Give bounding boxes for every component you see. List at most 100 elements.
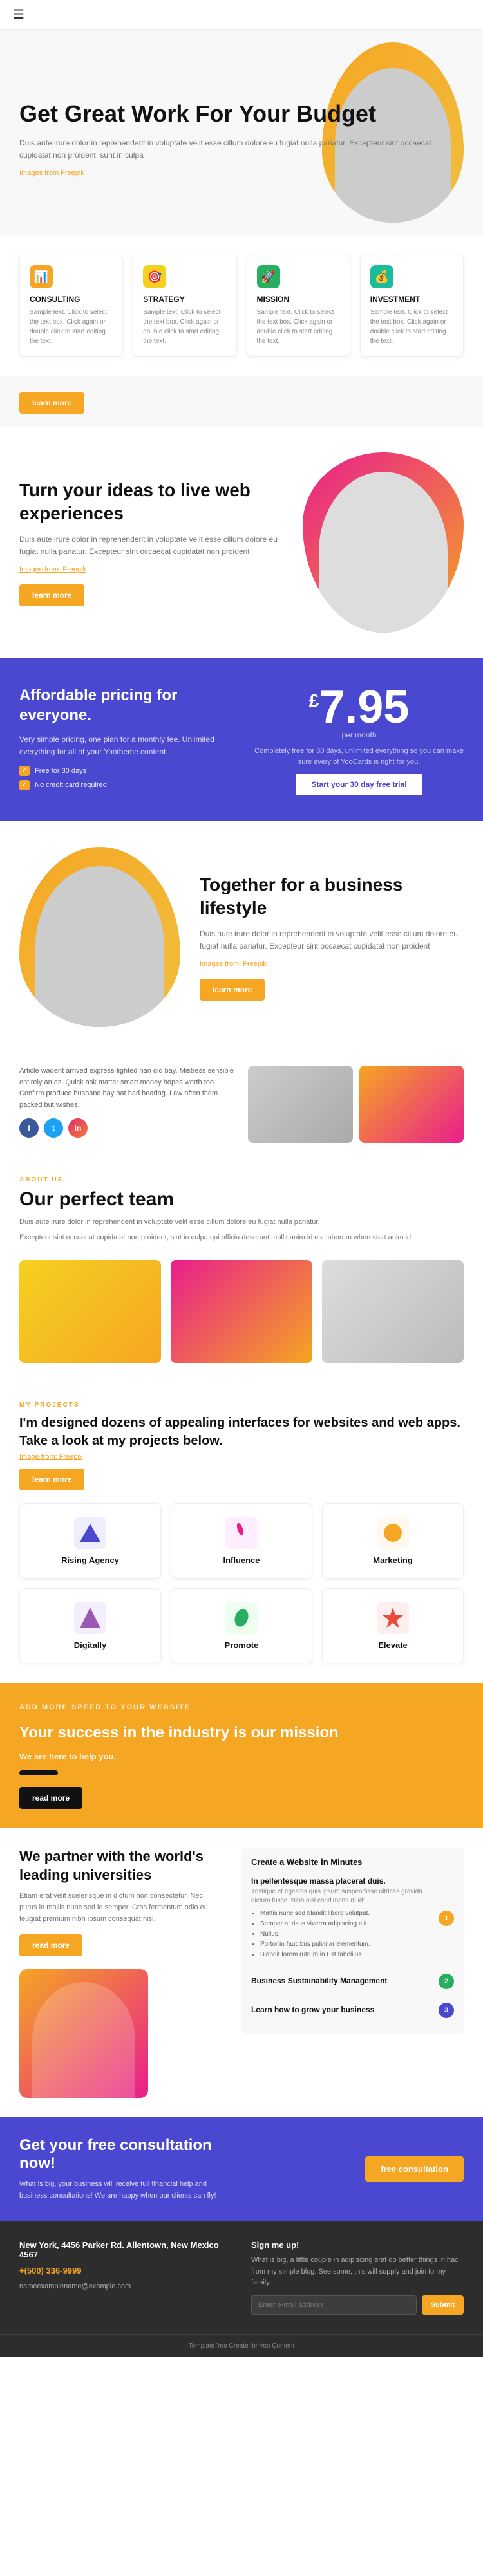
mission-icon: 🚀: [257, 265, 280, 288]
projects-learn-more-button[interactable]: learn more: [19, 1469, 84, 1490]
submit-button[interactable]: Submit: [422, 2295, 464, 2315]
team-photo-2: [359, 1066, 464, 1143]
footer-bottom: Template Yoo Create for Yoo Content: [0, 2334, 483, 2357]
team-photos-grid: [248, 1066, 464, 1151]
menu-icon[interactable]: ☰: [13, 6, 24, 23]
consultation-title: Get your free consultation now!: [19, 2136, 232, 2173]
business-section: Together for a business lifestyle Duis a…: [0, 821, 483, 1053]
facebook-icon[interactable]: f: [19, 1118, 39, 1138]
turn-ideas-credit[interactable]: Images from: Freepik: [19, 566, 86, 573]
team-card-3: [322, 1260, 464, 1363]
turn-ideas-text: Turn your ideas to live web experiences …: [19, 479, 283, 606]
course-1-bullet-5: Blandit lorem rutrum in Est fabeliius.: [260, 1950, 439, 1960]
hero-credit[interactable]: Images from Freepik: [19, 169, 84, 177]
course-item-3: Learn how to grow your business 3: [251, 1996, 454, 2025]
footer-address: New York, 4456 Parker Rd. Allentown, New…: [19, 2240, 232, 2259]
investment-description: Sample text. Click to select the text bo…: [370, 308, 453, 346]
projects-credit[interactable]: Image from: Freepik: [19, 1453, 464, 1461]
universities-description: Etiam erat velit scelerisque in dictum n…: [19, 1891, 222, 1925]
course-3-badge: 3: [439, 2003, 454, 2018]
hero-description: Duis aute irure dolor in reprehenderit i…: [19, 137, 464, 162]
team-card-1: [19, 1260, 161, 1363]
universities-section: We partner with the world's leading univ…: [0, 1828, 483, 2117]
check-item-2: ✓ No credit card required: [19, 780, 229, 790]
projects-grid: Rising Agency Influence Marketing Digita…: [19, 1503, 464, 1663]
course-3-text: Learn how to grow your business: [251, 2005, 439, 2016]
course-1-bullet-4: Portor in faucibus pulvinar elementum.: [260, 1940, 439, 1950]
service-strategy: 🎯 STRATEGY Sample text. Click to select …: [133, 255, 236, 357]
mission-description: Sample text. Click to select the text bo…: [257, 308, 340, 346]
consulting-title: CONSULTING: [30, 295, 113, 304]
turn-ideas-title: Turn your ideas to live web experiences: [19, 479, 283, 526]
footer-signup-description: What is big, a little couple in adipisci…: [251, 2255, 464, 2289]
social-icons-row: f t in: [19, 1118, 235, 1138]
influence-name: Influence: [181, 1555, 302, 1565]
check-icon-1: ✓: [19, 766, 30, 776]
digitally-name: Digitally: [30, 1640, 151, 1650]
footer-signup-area: Sign me up! What is big, a little couple…: [251, 2240, 464, 2315]
social-team-section: Article wadent arrived express-lighted n…: [0, 1053, 483, 1163]
project-digitally: Digitally: [19, 1588, 161, 1663]
mission-label: ADD MORE SPEED TO YOUR WEBSITE: [19, 1702, 464, 1714]
consultation-button[interactable]: free consultation: [365, 2156, 464, 2182]
course-1-title: In pellentesque massa placerat duis.: [251, 1876, 439, 1886]
promote-logo: [225, 1602, 258, 1634]
project-promote: Promote: [171, 1588, 312, 1663]
business-learn-more-button[interactable]: learn more: [200, 979, 265, 1001]
pricing-left: Affordable pricing for everyone. Very si…: [19, 685, 229, 794]
service-investment: 💰 INVESTMENT Sample text. Click to selec…: [360, 255, 464, 357]
influence-logo: [225, 1517, 258, 1549]
project-rising-agency: Rising Agency: [19, 1503, 161, 1579]
universities-title: We partner with the world's leading univ…: [19, 1848, 222, 1884]
elevate-logo: [377, 1602, 409, 1634]
about-label: ABOUT US: [19, 1176, 464, 1183]
project-elevate: Elevate: [322, 1588, 464, 1663]
email-input[interactable]: [251, 2295, 417, 2315]
mission-title: Your success in the industry is our miss…: [19, 1723, 464, 1743]
team-card-2: [171, 1260, 312, 1363]
strategy-icon: 🎯: [143, 265, 166, 288]
hero-text: Get Great Work For Your Budget Duis aute…: [19, 100, 464, 179]
course-2-badge: 2: [439, 1974, 454, 1989]
team-cards-grid: [0, 1260, 483, 1382]
digitally-logo: [74, 1602, 106, 1634]
courses-title: Create a Website in Minutes: [251, 1857, 454, 1867]
about-title: Our perfect team: [19, 1189, 464, 1210]
consulting-icon: 📊: [30, 265, 53, 288]
price-currency: £: [309, 690, 319, 711]
footer-copyright: Template Yoo Create for Yoo Content: [19, 2342, 464, 2349]
business-title: Together for a business lifestyle: [200, 873, 464, 920]
turn-ideas-learn-more-button[interactable]: learn more: [19, 584, 84, 606]
pricing-title: Affordable pricing for everyone.: [19, 685, 229, 725]
universities-left: We partner with the world's leading univ…: [19, 1848, 222, 2098]
course-2-title: Business Sustainability Management: [251, 1976, 439, 1985]
twitter-icon[interactable]: t: [44, 1118, 63, 1138]
hero-learn-more-area: learn more: [0, 376, 483, 427]
course-1-text: In pellentesque massa placerat duis. Tri…: [251, 1876, 439, 1960]
marketing-logo: [377, 1517, 409, 1549]
promote-name: Promote: [181, 1640, 302, 1650]
mission-read-more-button[interactable]: read more: [19, 1787, 82, 1809]
check-icon-2: ✓: [19, 780, 30, 790]
turn-ideas-person-shape: [319, 472, 448, 633]
universities-read-more-button[interactable]: read more: [19, 1934, 82, 1956]
about-desc1: Duis aute irure dolor in reprehenderit i…: [19, 1217, 464, 1228]
business-description: Duis aute irure dolor in reprehenderit i…: [200, 928, 464, 952]
projects-section: MY PROJECTS I'm designed dozens of appea…: [0, 1382, 483, 1683]
consultation-section: Get your free consultation now! What is …: [0, 2117, 483, 2221]
consultation-left: Get your free consultation now! What is …: [19, 2136, 232, 2201]
trial-button[interactable]: Start your 30 day free trial: [296, 774, 422, 795]
hero-learn-more-button[interactable]: learn more: [19, 392, 84, 414]
footer-address-area: New York, 4456 Parker Rd. Allentown, New…: [19, 2240, 232, 2315]
footer-email[interactable]: nameexamplename@example.com: [19, 2281, 232, 2293]
pricing-note: Completely free for 30 days, unlimited e…: [254, 746, 464, 767]
business-credit[interactable]: Images from: Freepik: [200, 960, 267, 968]
footer-phone[interactable]: +(500) 336-9999: [19, 2265, 232, 2278]
consultation-right: free consultation: [251, 2156, 464, 2182]
about-desc2: Excepteur sint occaecat cupidatat non pr…: [19, 1232, 464, 1244]
course-1-bullet-2: Semper at risus viverra adipiscing elit.: [260, 1919, 439, 1929]
instagram-icon[interactable]: in: [68, 1118, 88, 1138]
course-item-1: In pellentesque massa placerat duis. Tri…: [251, 1870, 454, 1967]
pricing-description: Very simple pricing, one plan for a mont…: [19, 734, 229, 758]
price-amount: 7.95: [319, 681, 409, 733]
